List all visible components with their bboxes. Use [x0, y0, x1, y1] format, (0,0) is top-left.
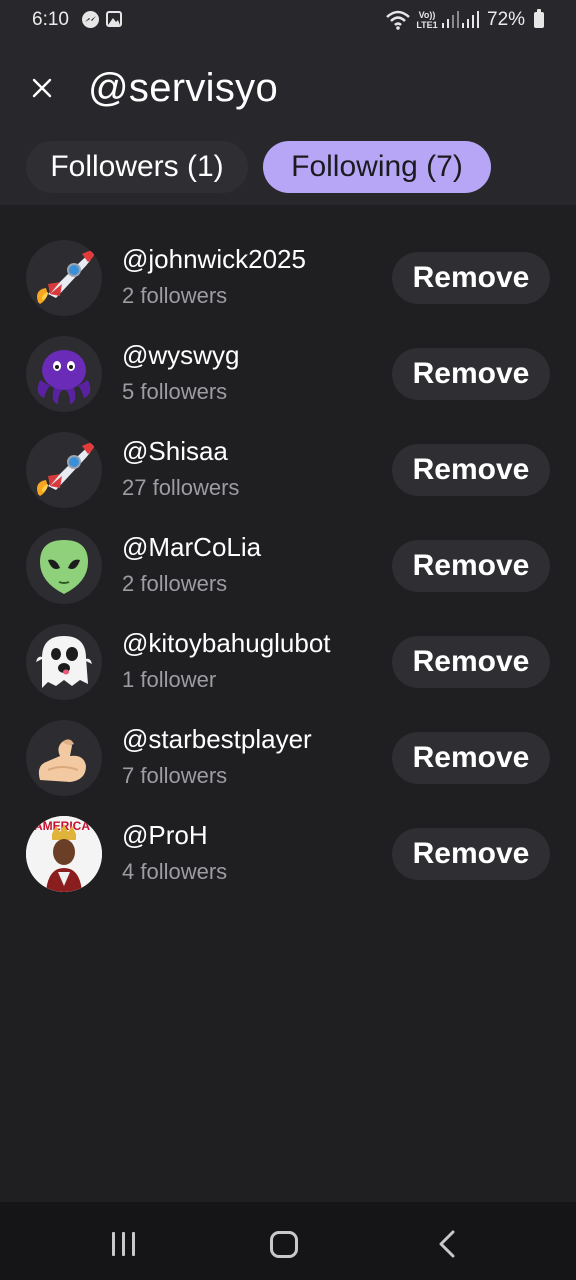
tab-followers[interactable]: Followers (1)	[26, 141, 248, 193]
messenger-icon	[82, 11, 99, 28]
avatar[interactable]	[26, 432, 102, 508]
list-item[interactable]: @kitoybahuglubot 1 follower Remove	[0, 608, 576, 704]
system-nav-bar	[0, 1202, 576, 1280]
follower-count: 2 followers	[122, 283, 228, 308]
follower-count: 7 followers	[122, 763, 228, 788]
username[interactable]: @Shisaa	[122, 436, 228, 467]
flexed-biceps-icon	[38, 739, 86, 782]
volte-indicator: Vo)) LTE1	[416, 10, 438, 30]
rocket-icon	[37, 442, 96, 496]
avatar[interactable]	[26, 624, 102, 700]
alien-icon	[40, 540, 88, 594]
follower-count: 5 followers	[122, 379, 228, 404]
list-item[interactable]: @MarCoLia 2 followers Remove	[0, 512, 576, 608]
remove-button[interactable]: Remove	[392, 444, 550, 496]
username[interactable]: @starbestplayer	[122, 724, 312, 755]
remove-button[interactable]: Remove	[392, 540, 550, 592]
username[interactable]: @wyswyg	[122, 340, 239, 371]
list-item[interactable]: AMERICA @ProH 4 followers Remove	[0, 800, 576, 896]
username[interactable]: @MarCoLia	[122, 532, 261, 563]
status-bar: 6:10 Vo)) LTE1 72%	[0, 0, 576, 42]
photo-avatar-icon: AMERICA	[26, 816, 102, 892]
page-title: @servisyo	[88, 66, 279, 110]
remove-button[interactable]: Remove	[392, 636, 550, 688]
remove-button[interactable]: Remove	[392, 732, 550, 784]
home-icon[interactable]	[270, 1231, 298, 1258]
close-icon	[32, 78, 52, 98]
following-list: @johnwick2025 2 followers Remove @wyswyg…	[0, 224, 576, 896]
follower-count: 4 followers	[122, 859, 228, 884]
username[interactable]: @johnwick2025	[122, 244, 306, 275]
close-button[interactable]	[24, 70, 60, 106]
avatar[interactable]	[26, 720, 102, 796]
back-icon[interactable]	[438, 1230, 456, 1258]
signal-icon-2	[462, 11, 479, 28]
recent-apps-icon[interactable]	[110, 1232, 138, 1256]
tab-following[interactable]: Following (7)	[263, 141, 491, 193]
status-time: 6:10	[32, 9, 69, 30]
follower-count: 27 followers	[122, 475, 240, 500]
list-item[interactable]: @johnwick2025 2 followers Remove	[0, 224, 576, 320]
follower-count: 1 follower	[122, 667, 217, 692]
battery-icon	[534, 9, 544, 28]
remove-button[interactable]: Remove	[392, 348, 550, 400]
remove-button[interactable]: Remove	[392, 828, 550, 880]
list-item[interactable]: @starbestplayer 7 followers Remove	[0, 704, 576, 800]
ghost-icon	[36, 636, 92, 688]
signal-icon	[442, 11, 459, 28]
avatar[interactable]	[26, 336, 102, 412]
list-item[interactable]: @wyswyg 5 followers Remove	[0, 320, 576, 416]
gallery-icon	[106, 11, 122, 27]
rocket-icon	[37, 250, 96, 304]
octopus-icon	[37, 350, 91, 404]
username[interactable]: @kitoybahuglubot	[122, 628, 331, 659]
avatar[interactable]	[26, 528, 102, 604]
avatar[interactable]	[26, 240, 102, 316]
avatar[interactable]: AMERICA	[26, 816, 102, 892]
wifi-icon	[386, 10, 410, 30]
username[interactable]: @ProH	[122, 820, 208, 851]
follower-count: 2 followers	[122, 571, 228, 596]
battery-percent: 72%	[487, 9, 526, 30]
list-item[interactable]: @Shisaa 27 followers Remove	[0, 416, 576, 512]
remove-button[interactable]: Remove	[392, 252, 550, 304]
